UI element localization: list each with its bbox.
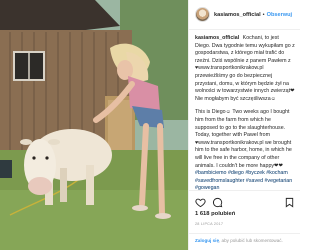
caption-english: This is Diego☺ Two weeks ago I bought hi… [195, 109, 295, 190]
caption-hashtags[interactable]: #bambiciemo #diego #byczek #kocham #save… [195, 170, 292, 190]
login-prompt: Zaloguj się, aby polubić lub skomentować… [189, 233, 300, 250]
caption-username[interactable]: kasiamos_official [195, 35, 239, 41]
login-link[interactable]: Zaloguj się [195, 238, 219, 243]
post-date: 28 LIPCA 2017 [195, 222, 224, 226]
caption-text-pl: Kochani, to jest Diego. Dwa tygodnie tem… [195, 35, 295, 102]
post-actions [189, 190, 300, 210]
avatar[interactable] [195, 7, 210, 22]
caption-polish: kasiamos_official Kochani, to jest Diego… [195, 35, 295, 103]
login-text: , aby polubić lub skomentować. [219, 238, 283, 243]
username-link[interactable]: kasiamos_official [214, 12, 261, 18]
heart-icon[interactable] [195, 195, 206, 208]
post-header: kasiamos_official • Obserwuj [189, 0, 300, 30]
comment-icon[interactable] [212, 195, 223, 208]
separator-dot: • [262, 11, 265, 18]
bookmark-icon[interactable] [284, 195, 295, 208]
caption-text-en: This is Diego☺ Two weeks ago I bought hi… [195, 109, 292, 169]
post-sidebar: kasiamos_official • Obserwuj kasiamos_of… [188, 0, 300, 250]
follow-button[interactable]: Obserwuj [267, 12, 293, 18]
photo-girl-with-calf [0, 0, 188, 250]
post-caption: kasiamos_official Kochani, to jest Diego… [189, 30, 300, 190]
likes-count[interactable]: 1 618 polubień [195, 211, 235, 217]
post-photo[interactable] [0, 0, 188, 250]
